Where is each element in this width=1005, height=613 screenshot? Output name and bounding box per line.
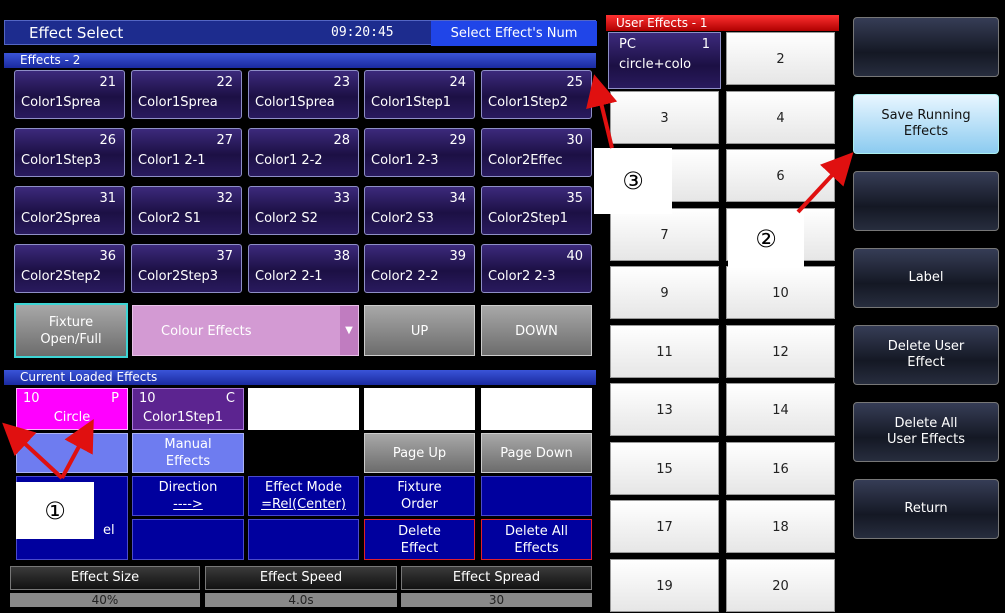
annotation-arrows [2, 74, 854, 480]
arrow-3 [586, 74, 618, 149]
arrow-1a [2, 422, 64, 480]
arrow-1b [60, 418, 94, 479]
arrow-2 [796, 152, 854, 214]
